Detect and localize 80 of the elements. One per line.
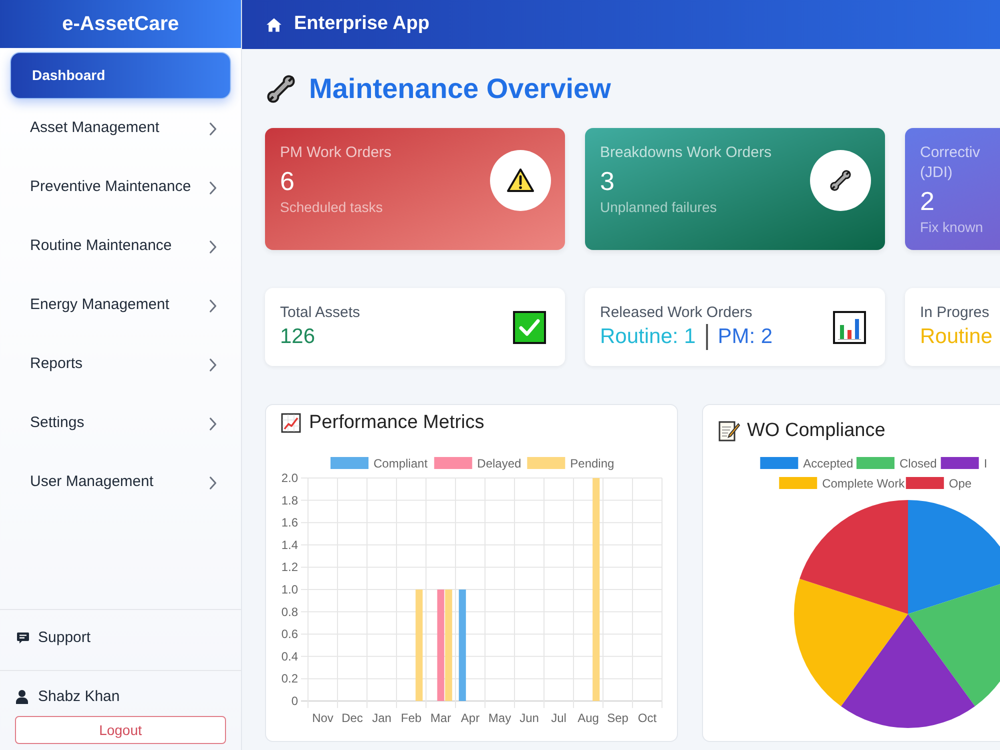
legend-label: Pending: [570, 456, 614, 470]
support-link[interactable]: Support: [17, 626, 91, 650]
card-caption: Scheduled tasks: [280, 198, 384, 217]
card-label: Breakdowns Work Orders: [600, 143, 772, 163]
x-axis-label: Nov: [312, 711, 334, 725]
chevron-right-icon: [209, 476, 217, 490]
chevron-right-icon: [209, 416, 217, 430]
page-title: Maintenance Overview: [309, 72, 611, 106]
home-icon: [266, 16, 282, 32]
chevron-right-icon: [209, 122, 217, 136]
y-axis-label: 0.4: [281, 649, 298, 664]
x-axis-label: Apr: [460, 711, 480, 725]
legend-label: Compliant: [374, 456, 428, 470]
bar-chart-icon: [833, 310, 866, 344]
x-axis-label: Dec: [342, 711, 363, 725]
card-label: PM Work Orders: [280, 143, 392, 163]
stat-value: 126: [280, 324, 316, 350]
checkmark-icon: [513, 310, 546, 344]
card-value: 6: [280, 165, 296, 197]
stat-value: PM: 2: [718, 324, 773, 350]
sidebar-item[interactable]: Asset Management: [0, 99, 241, 158]
app-title: Enterprise App: [294, 12, 430, 36]
wrench-icon: [265, 73, 297, 105]
chevron-right-icon: [209, 358, 217, 372]
legend-label: I: [984, 456, 988, 470]
memo-icon: [718, 420, 740, 442]
sidebar-item[interactable]: Reports: [0, 335, 241, 394]
line-chart-icon: [281, 413, 301, 433]
card-caption: Unplanned failures: [600, 198, 718, 217]
y-axis-label: 1.6: [281, 516, 298, 530]
legend-label: Delayed: [477, 456, 522, 470]
chart-title: WO Compliance: [747, 418, 886, 443]
y-axis-label: 0: [291, 694, 298, 708]
stat-label: Total Assets: [280, 303, 360, 323]
sidebar-item[interactable]: Settings: [0, 394, 241, 453]
legend-label: Closed: [899, 456, 937, 470]
card-value: 3: [600, 165, 616, 197]
warning-icon: [490, 150, 551, 211]
brand-name: e-AssetCare: [62, 12, 179, 37]
legend-label: Complete Work: [822, 476, 905, 490]
y-axis-label: 0.6: [281, 627, 298, 642]
y-axis-label: 1.2: [281, 560, 298, 574]
chat-icon: [17, 632, 29, 644]
legend-label: Accepted: [803, 456, 854, 470]
chart-title: Performance Metrics: [309, 410, 484, 435]
y-axis-label: 2.0: [281, 471, 298, 485]
x-axis-label: Aug: [578, 711, 599, 725]
x-axis-label: Feb: [400, 711, 422, 725]
card-label: Correctiv (JDI): [920, 143, 982, 183]
wrench-icon: [810, 150, 871, 211]
y-axis-label: 1.8: [281, 493, 298, 508]
sidebar-item[interactable]: Dashboard: [10, 52, 231, 99]
y-axis-label: 1.4: [281, 538, 298, 552]
stat-value: Routine: 1: [600, 324, 696, 350]
x-axis-label: May: [488, 711, 512, 725]
logout-button[interactable]: Logout: [15, 716, 226, 744]
x-axis-label: Sep: [607, 711, 628, 725]
stat-label: In Progres: [920, 303, 990, 323]
sidebar-item[interactable]: User Management: [0, 453, 241, 512]
y-axis-label: 0.8: [281, 604, 298, 619]
card-caption: Fix known: [920, 218, 984, 237]
stat-label: Released Work Orders: [600, 303, 754, 323]
x-axis-label: Oct: [638, 711, 657, 725]
chevron-right-icon: [209, 298, 217, 312]
y-axis-label: 1.0: [281, 582, 298, 596]
card-value: 2: [920, 185, 936, 217]
sidebar-item[interactable]: Preventive Maintenance: [0, 158, 241, 217]
user-name: Shabz Khan: [38, 686, 120, 707]
stat-value: Routine: [920, 324, 992, 350]
user-icon: [16, 690, 28, 704]
x-axis-label: Jan: [372, 711, 392, 725]
x-axis-label: Jul: [551, 711, 566, 725]
y-axis-label: 0.2: [281, 672, 298, 686]
chevron-right-icon: [209, 180, 217, 194]
legend-label: Ope: [948, 476, 972, 490]
sidebar-item[interactable]: Routine Maintenance: [0, 217, 241, 276]
chevron-right-icon: [209, 240, 217, 254]
x-axis-label: Mar: [430, 711, 452, 725]
x-axis-label: Jun: [520, 711, 539, 725]
sidebar-item[interactable]: Energy Management: [0, 276, 241, 335]
